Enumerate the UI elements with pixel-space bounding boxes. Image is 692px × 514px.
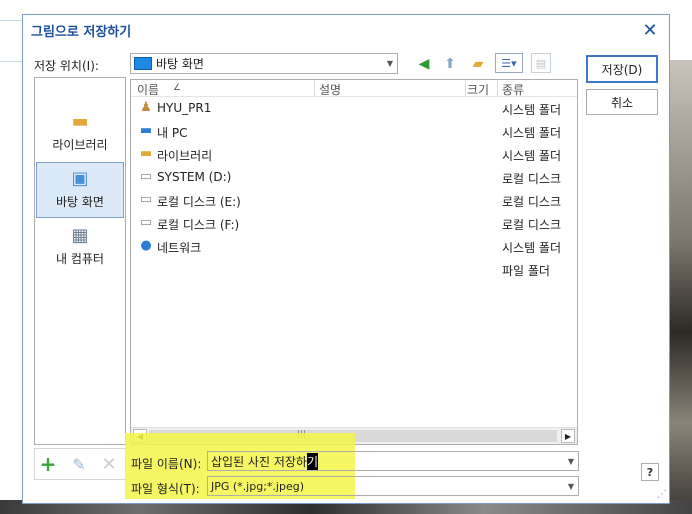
- column-size[interactable]: 크기: [467, 81, 489, 98]
- file-name: 로컬 디스크 (E:): [157, 195, 241, 209]
- file-list: 이름 ∠ 설명 크기 종류 ♟ HYU_PR1 시스템 폴더 ▬ 내 PC 시스…: [130, 79, 578, 445]
- drive-icon: ▭: [139, 215, 153, 230]
- list-item[interactable]: ● 네트워크 시스템 폴더: [131, 235, 577, 258]
- sort-icon: ∠: [173, 83, 182, 93]
- file-type: 로컬 디스크: [502, 195, 562, 209]
- pencil-icon[interactable]: ✎: [67, 452, 91, 476]
- desktop-icon: ▣: [71, 168, 89, 189]
- list-item[interactable]: ▭ SYSTEM (D:) 로컬 디스크: [131, 166, 577, 189]
- resize-grip-icon[interactable]: ⋰: [657, 489, 667, 500]
- column-separator: [465, 80, 466, 96]
- file-name: SYSTEM (D:): [157, 170, 232, 184]
- up-folder-icon[interactable]: ⬆: [438, 53, 462, 75]
- list-item[interactable]: ♟ HYU_PR1 시스템 폴더: [131, 97, 577, 120]
- place-label: 내 컴퓨터: [56, 252, 104, 266]
- save-button[interactable]: 저장(D): [586, 55, 658, 83]
- filename-value: 삽입된 사진 저장하: [211, 454, 307, 469]
- titlebar: 그림으로 저장하기 ✕: [23, 15, 669, 45]
- library-icon: ▬: [139, 146, 153, 161]
- list-item[interactable]: ▭ 로컬 디스크 (E:) 로컬 디스크: [131, 189, 577, 212]
- column-name[interactable]: 이름: [137, 81, 159, 98]
- column-type[interactable]: 종류: [502, 81, 524, 98]
- place-my-computer[interactable]: ▦ 내 컴퓨터: [36, 220, 124, 276]
- file-name: 로컬 디스크 (F:): [157, 218, 240, 232]
- back-arrow-icon[interactable]: ◀: [412, 53, 436, 75]
- place-label: 바탕 화면: [56, 195, 104, 209]
- close-icon[interactable]: ✕: [639, 20, 661, 41]
- library-icon: ▬: [71, 111, 89, 132]
- network-icon: ●: [140, 238, 152, 253]
- chevron-down-icon[interactable]: ▼: [568, 457, 574, 466]
- help-button[interactable]: ?: [641, 463, 659, 481]
- filename-selected-char: 기: [306, 452, 318, 470]
- add-icon[interactable]: +: [36, 452, 60, 476]
- background-window-fragment: [0, 20, 23, 62]
- chevron-down-icon: ▼: [567, 481, 574, 491]
- save-location-label: 저장 위치(I):: [34, 59, 99, 73]
- list-item[interactable]: ▬ 라이브러리 시스템 폴더: [131, 143, 577, 166]
- file-type: 파일 폴더: [502, 264, 550, 278]
- file-name: 네트워크: [157, 241, 202, 255]
- column-separator: [314, 80, 315, 96]
- computer-icon: ▦: [71, 225, 89, 246]
- place-library[interactable]: ▬ 라이브러리: [36, 106, 124, 162]
- cancel-button[interactable]: 취소: [586, 89, 658, 115]
- scroll-right-icon[interactable]: ▶: [561, 429, 575, 443]
- chevron-down-icon: ▼: [386, 59, 393, 68]
- filename-label: 파일 이름(N):: [131, 457, 202, 471]
- file-name: HYU_PR1: [157, 101, 212, 115]
- list-item[interactable]: ▭ 로컬 디스크 (F:) 로컬 디스크: [131, 212, 577, 235]
- filetype-label: 파일 형식(T):: [131, 482, 200, 496]
- column-description[interactable]: 설명: [319, 81, 341, 98]
- file-type: 시스템 폴더: [502, 126, 562, 140]
- file-type: 로컬 디스크: [502, 218, 562, 232]
- file-list-header: 이름 ∠ 설명 크기 종류: [131, 80, 577, 97]
- view-menu-icon[interactable]: ☰▾: [495, 53, 523, 73]
- desktop-icon: [134, 57, 152, 70]
- file-type: 로컬 디스크: [502, 172, 562, 186]
- save-as-picture-dialog: 그림으로 저장하기 ✕ 저장 위치(I): 바탕 화면 ▼ ◀ ⬆ ▰ ☰▾ ▤…: [22, 14, 670, 504]
- filetype-select[interactable]: JPG (*.jpg;*.jpeg) ▼: [207, 476, 579, 496]
- file-type: 시스템 폴더: [502, 103, 562, 117]
- preview-icon[interactable]: ▤: [531, 53, 551, 73]
- list-item[interactable]: 파일 폴더: [131, 258, 577, 281]
- delete-icon[interactable]: ✕: [97, 452, 121, 476]
- column-separator: [497, 80, 498, 96]
- file-type: 시스템 폴더: [502, 241, 562, 255]
- file-name: 내 PC: [157, 126, 188, 140]
- dialog-title: 그림으로 저장하기: [31, 24, 132, 40]
- save-location-value: 바탕 화면: [156, 57, 204, 71]
- save-location-select[interactable]: 바탕 화면 ▼: [130, 53, 398, 74]
- drive-icon: ▭: [139, 169, 153, 184]
- drive-icon: ▭: [139, 192, 153, 207]
- user-folder-icon: ♟: [140, 100, 152, 115]
- filename-input[interactable]: 삽입된 사진 저장하 기 ▼: [207, 451, 579, 471]
- filetype-value: JPG (*.jpg;*.jpeg): [211, 479, 304, 493]
- place-label: 라이브러리: [52, 138, 108, 152]
- pc-icon: ▬: [139, 123, 153, 138]
- new-folder-icon[interactable]: ▰: [466, 53, 490, 75]
- list-item[interactable]: ▬ 내 PC 시스템 폴더: [131, 120, 577, 143]
- places-bar: ▬ 라이브러리 ▣ 바탕 화면 ▦ 내 컴퓨터: [34, 77, 126, 445]
- place-desktop[interactable]: ▣ 바탕 화면: [36, 162, 124, 218]
- file-name: 라이브러리: [157, 149, 213, 163]
- file-type: 시스템 폴더: [502, 149, 562, 163]
